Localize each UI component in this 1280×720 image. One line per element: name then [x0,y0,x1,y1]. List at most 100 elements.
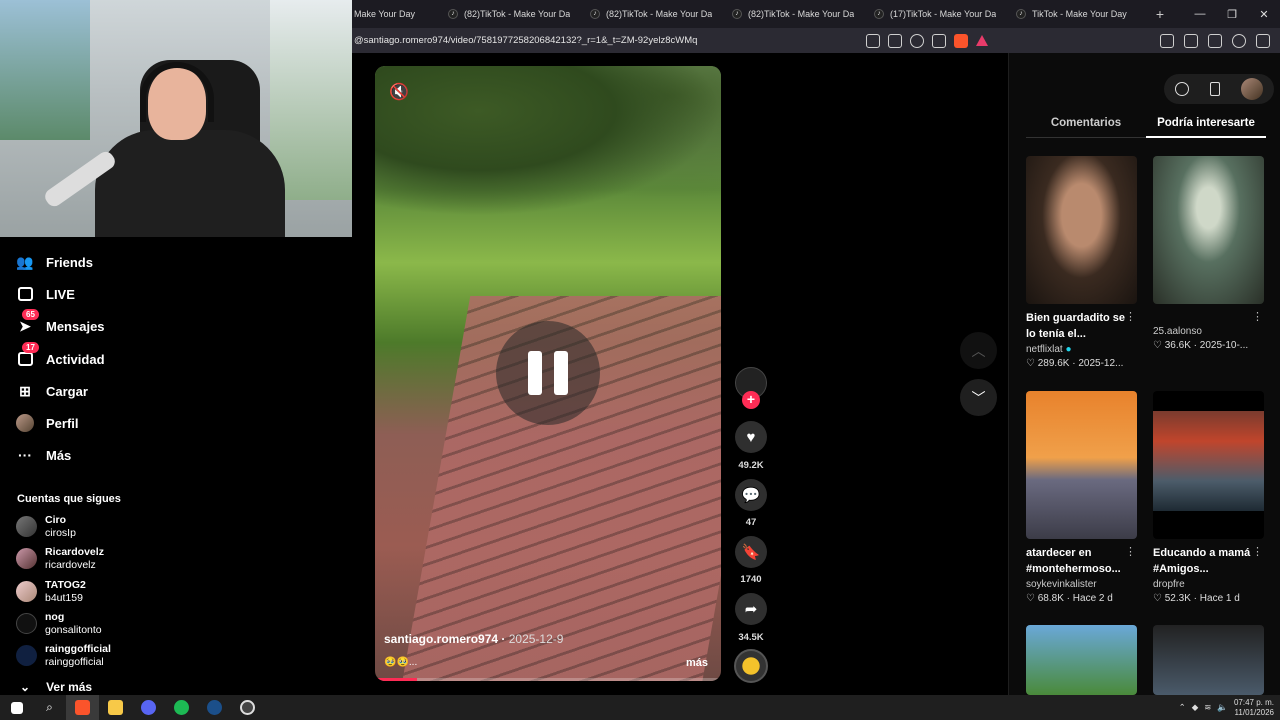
pause-button[interactable] [496,321,600,425]
recommended-video-card[interactable] [1026,625,1137,695]
chevron-down-icon: ﹀ [971,389,986,406]
save-button[interactable]: 🔖 [735,536,767,568]
browser-tab[interactable]: ♪ (82)TikTok - Make Your Day [580,0,722,28]
right-panel: Comentarios Podría interesarte ⋮ Bien gu… [1008,53,1280,695]
sidebar-item-friends[interactable]: 👥 Friends [16,253,93,271]
friends-icon: 👥 [16,253,34,270]
following-account[interactable]: Ricardovelz ricardovelz [16,546,104,571]
previous-video-button[interactable]: ︿ [960,332,997,369]
tab-comments[interactable]: Comentarios [1026,117,1146,138]
tab-recommended[interactable]: Podría interesarte [1146,117,1266,138]
file-explorer-icon[interactable] [99,695,132,720]
webcam-person-body [95,130,285,237]
card-options-icon[interactable]: ⋮ [1125,310,1136,323]
recommended-video-card[interactable]: ⋮ atardecer en #montehermoso... soykevin… [1026,391,1137,604]
following-section-title: Cuentas que sigues [17,493,121,505]
card-stats: ♡ 52.3K · Hace 1 d [1153,593,1240,604]
mute-icon[interactable]: 🔇 [389,82,409,102]
caption-more-link[interactable]: más [686,657,708,669]
restore-icon[interactable]: ❐ [1216,8,1248,21]
following-account[interactable]: nog gonsalitonto [16,611,102,636]
share-icon[interactable] [932,33,946,48]
sidebar-item-more[interactable]: ··· Más [16,446,71,464]
browser-tab[interactable]: ♪ (17)TikTok - Make Your Day [864,0,1006,28]
card-options-icon[interactable]: ⋮ [1252,545,1263,558]
tiktok-icon: ♪ [448,9,458,19]
recommended-video-card[interactable]: ⋮ Educando a mamá #Amigos... dropfre ♡ 5… [1153,391,1264,604]
video-caption: 🥹🥹... [384,657,418,668]
clock[interactable]: 07:47 p. m. 11/01/2026 [1234,698,1274,718]
sidebar-item-upload[interactable]: ⊞ Cargar [16,382,88,400]
windows-start-icon[interactable] [0,695,33,720]
recommended-video-card[interactable] [1153,625,1264,695]
card-options-icon[interactable]: ⋮ [1125,545,1136,558]
screenshot-icon[interactable] [888,33,902,48]
browser-tab[interactable]: Make Your Day [352,0,438,28]
video-date: 2025-12-9 [508,632,564,646]
video-player[interactable]: 🔇 santiago.romero974 · 2025-12-9 🥹🥹... m… [375,66,721,681]
next-video-button[interactable]: ﹀ [960,379,997,416]
volume-icon[interactable]: 🔈 [1217,702,1228,713]
brave-browser-icon[interactable] [66,695,99,720]
more-icon: ··· [18,447,32,463]
phone-icon[interactable] [1209,82,1220,96]
card-options-icon[interactable]: ⋮ [1252,310,1263,323]
messages-icon: ➤ 65 [16,309,39,335]
brave-rewards-icon[interactable] [976,35,988,46]
reader-icon[interactable] [866,33,880,48]
download-icon[interactable] [1184,33,1198,48]
tiktok-icon: ♪ [1016,9,1026,19]
steam-icon[interactable] [198,695,231,720]
account-avatar [16,516,37,537]
see-more-button[interactable]: ⌄ Ver más [20,680,92,694]
search-icon[interactable]: ⌕ [33,695,66,720]
following-account[interactable]: TATOG2 b4ut159 [16,579,86,604]
music-disc-icon[interactable] [734,649,768,683]
menu-icon[interactable] [1256,33,1270,48]
browser-tab[interactable]: ♪ (82)TikTok - Make Your Day [438,0,580,28]
follow-plus-icon[interactable]: + [742,391,760,409]
following-account[interactable]: Ciro cirosIp [16,514,76,539]
sidebar-item-live[interactable]: LIVE [16,285,75,303]
video-progress-bar[interactable] [375,678,721,681]
following-account[interactable]: rainggofficial rainggofficial [16,643,111,668]
browser-tab[interactable]: ♪ (82)TikTok - Make Your Day [722,0,864,28]
sidebar-item-profile[interactable]: Perfil [16,414,79,432]
video-thumbnail [1026,391,1137,539]
heart-outline-icon: ♡ [1026,358,1035,369]
tray-app-icon[interactable]: ◆ [1192,702,1199,713]
comment-button[interactable]: 💬 [735,479,767,511]
sidebar-item-activity[interactable]: 17 Actividad [16,342,105,368]
video-author[interactable]: santiago.romero974 · 2025-12-9 [384,632,563,646]
card-user: 25.aalonso [1153,326,1202,337]
minimize-icon[interactable]: — [1184,8,1216,21]
card-title: Educando a mamá #Amigos... [1153,547,1251,575]
sidebar-item-messages[interactable]: ➤ 65 Mensajes [16,309,105,335]
close-icon[interactable]: ✕ [1248,8,1280,21]
compass-icon[interactable] [1174,82,1189,96]
obs-icon[interactable] [231,695,264,720]
user-avatar[interactable] [1241,78,1264,100]
zoom-icon[interactable] [910,33,924,48]
account-avatar [16,613,37,634]
chevron-up-icon[interactable]: ⌃ [1179,702,1186,713]
like-count: 49.2K [738,460,764,471]
video-thumbnail [1153,391,1264,539]
discord-icon[interactable] [132,695,165,720]
brave-shields-icon[interactable] [954,33,968,48]
system-tray: ⌃ ◆ ≋ 🔈 07:47 p. m. 11/01/2026 [1179,698,1280,718]
tiktok-icon: ♪ [590,9,600,19]
share-button[interactable]: ➦ [735,593,767,625]
recommended-video-card[interactable]: ⋮ Bien guardadito se lo tenía el... netf… [1026,156,1137,369]
vpn-shield-icon[interactable] [1232,33,1246,48]
url-field[interactable]: @santiago.romero974/video/75819772582068… [352,35,862,46]
like-button[interactable]: ♥ [735,421,767,453]
spotify-icon[interactable] [165,695,198,720]
recommended-video-card[interactable]: ⋮ 25.aalonso ♡ 36.6K · 2025-10-... [1153,156,1264,351]
split-view-icon[interactable] [1208,33,1222,48]
sidebar-toggle-icon[interactable] [1160,33,1174,48]
browser-tab-active[interactable]: ♪ TikTok - Make Your Day [1006,0,1148,28]
wifi-icon[interactable]: ≋ [1204,702,1211,713]
chevron-up-icon: ︿ [971,342,986,359]
new-tab-icon[interactable]: + [1148,6,1172,22]
